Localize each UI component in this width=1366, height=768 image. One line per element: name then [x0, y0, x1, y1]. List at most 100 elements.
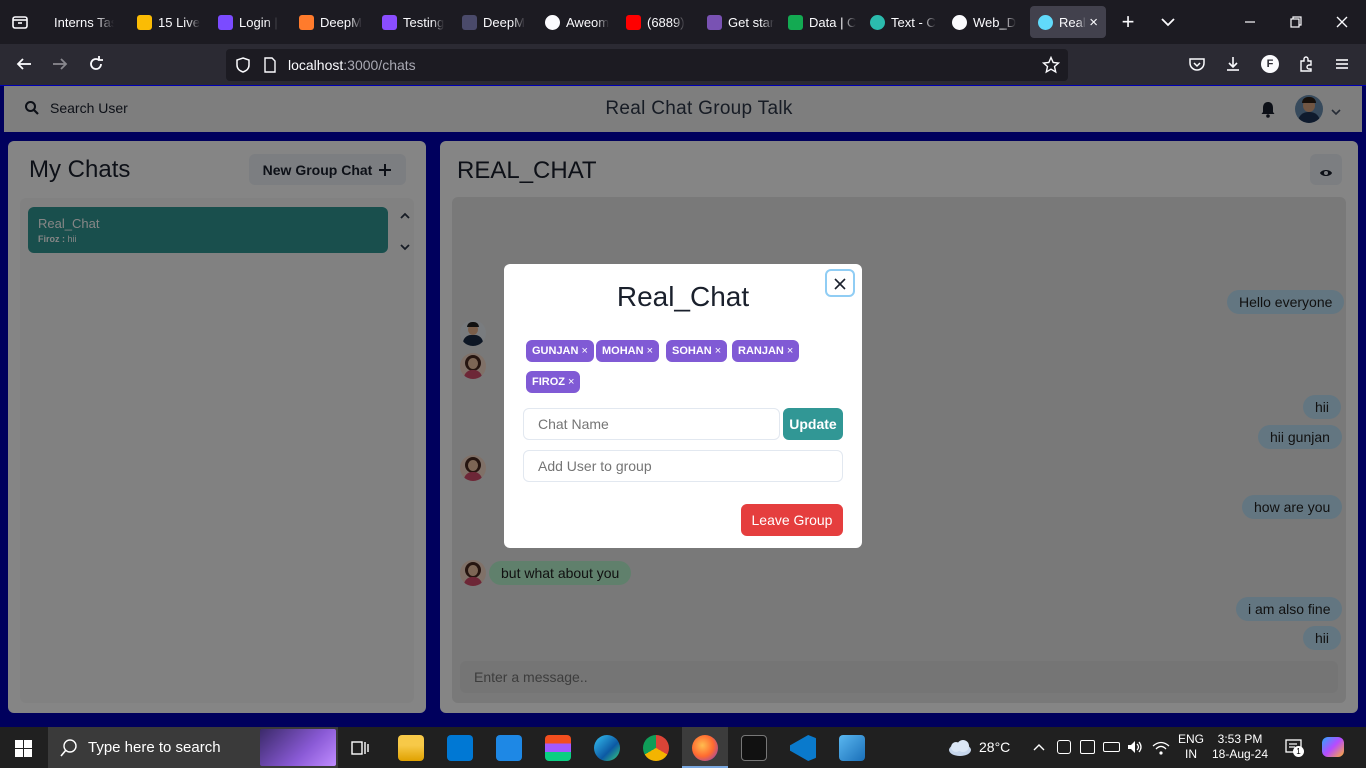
device-icon[interactable]	[1080, 740, 1095, 754]
wifi-icon[interactable]	[1152, 740, 1170, 756]
member-chip[interactable]: FIROZ ×	[526, 371, 581, 393]
start-button[interactable]	[15, 740, 32, 757]
clock-time: 3:53 PM	[1217, 732, 1263, 746]
url-bar[interactable]: localhost:3000/chats	[226, 49, 1068, 81]
tab-title: Data | C	[809, 14, 857, 30]
battery-icon[interactable]	[1103, 742, 1120, 752]
leave-group-label: Leave Group	[751, 512, 833, 528]
figma-icon[interactable]	[545, 735, 571, 761]
mail-icon[interactable]	[496, 735, 522, 761]
weather-temp[interactable]: 28°C	[979, 739, 1010, 755]
browser-tab[interactable]: Data | C	[788, 6, 860, 38]
tab-title: Aweom	[566, 14, 610, 30]
browser-tab[interactable]: DeepM	[462, 6, 534, 38]
clock-date: 18-Aug-24	[1211, 747, 1269, 761]
browser-tab[interactable]: Login |	[218, 6, 288, 38]
browser-tab[interactable]: Web_D	[952, 6, 1024, 38]
hex-icon	[462, 14, 477, 30]
browser-nav-bar: localhost:3000/chats F	[0, 44, 1366, 85]
tab-title: DeepM	[483, 14, 525, 30]
modal-title: Real_Chat	[616, 281, 750, 312]
minimize-button[interactable]	[1240, 12, 1260, 32]
vscode-icon[interactable]	[790, 735, 816, 761]
weather-icon[interactable]	[946, 739, 972, 757]
member-chip[interactable]: SOHAN ×	[666, 340, 728, 362]
copilot-icon[interactable]	[1322, 737, 1344, 757]
browser-tab-bar: Interns Task 15 Live Login | DeepM Testing De…	[0, 0, 1366, 44]
task-view-icon[interactable]	[351, 739, 369, 757]
account-icon[interactable]: F	[1260, 54, 1280, 74]
bolt-icon	[870, 14, 885, 30]
extensions-icon[interactable]	[1296, 54, 1316, 74]
browser-tab[interactable]: Real ×	[1030, 6, 1106, 38]
browser-tab[interactable]: Get star	[707, 6, 779, 38]
downloads-icon[interactable]	[1223, 54, 1243, 74]
tab-overflow-chevron-icon[interactable]	[1158, 12, 1178, 32]
add-user-input[interactable]	[523, 450, 843, 482]
back-arrow-icon[interactable]	[14, 54, 34, 74]
taskbar-search-placeholder: Type here to search	[88, 739, 221, 756]
remove-member-icon[interactable]: ×	[568, 376, 574, 388]
language-bottom: IN	[1185, 747, 1197, 761]
edge-icon[interactable]	[594, 735, 620, 761]
member-chip[interactable]: GUNJAN ×	[526, 340, 594, 362]
browser-tab[interactable]: Interns Task	[44, 6, 126, 38]
browser-tab[interactable]: 15 Live	[137, 6, 207, 38]
member-chip[interactable]: MOHAN ×	[596, 340, 659, 362]
leave-group-button[interactable]: Leave Group	[741, 504, 843, 536]
layers-icon	[299, 14, 314, 30]
bookmark-star-icon[interactable]	[1041, 55, 1061, 74]
shield-icon[interactable]	[234, 56, 252, 74]
remove-member-icon[interactable]: ×	[715, 345, 721, 357]
windows-taskbar: Type here to search 28°C ENG IN 3:53 PM …	[0, 727, 1366, 768]
close-window-button[interactable]	[1332, 12, 1352, 32]
pocket-icon[interactable]	[1187, 54, 1207, 74]
update-button[interactable]: Update	[783, 408, 843, 440]
file-explorer-icon[interactable]	[398, 735, 424, 761]
language-indicator[interactable]: ENG IN	[1178, 732, 1204, 762]
tab-title: Get star	[728, 14, 775, 30]
url-host: localhost	[288, 57, 344, 73]
page-info-icon[interactable]	[262, 56, 278, 74]
tab-title: (6889)	[647, 14, 685, 30]
new-tab-button[interactable]: +	[1118, 11, 1138, 33]
member-chip[interactable]: RANJAN ×	[732, 340, 800, 362]
close-modal-button[interactable]	[825, 269, 855, 297]
browser-tab[interactable]: DeepM	[299, 6, 371, 38]
notification-badge: 1	[1293, 746, 1304, 757]
search-highlight-image	[260, 729, 336, 766]
restore-button[interactable]	[1286, 12, 1306, 32]
browser-tab[interactable]: (6889)	[626, 6, 698, 38]
close-icon	[834, 277, 846, 290]
firefox-icon[interactable]	[692, 735, 718, 761]
member-name: RANJAN	[738, 345, 784, 357]
react-icon	[1038, 14, 1053, 30]
reload-icon[interactable]	[86, 54, 106, 74]
clock[interactable]: 3:53 PM 18-Aug-24	[1208, 732, 1272, 762]
youtube-icon	[626, 14, 641, 30]
menu-icon[interactable]	[1332, 54, 1352, 74]
forward-arrow-icon[interactable]	[50, 54, 70, 74]
browser-tab[interactable]: Testing	[382, 6, 454, 38]
member-name: MOHAN	[602, 345, 644, 357]
tray-chevron-up-icon[interactable]	[1033, 741, 1045, 753]
terminal-icon[interactable]	[741, 735, 767, 761]
url-path: :3000/chats	[343, 57, 416, 73]
close-tab-icon[interactable]: ×	[1089, 14, 1098, 31]
browser-tab[interactable]: Text - C	[870, 6, 942, 38]
notification-icon[interactable]: 1	[1285, 738, 1304, 757]
meet-now-icon[interactable]	[1057, 740, 1071, 754]
taskbar-search-box[interactable]: Type here to search	[48, 727, 338, 768]
remove-member-icon[interactable]: ×	[647, 345, 653, 357]
remove-member-icon[interactable]: ×	[581, 345, 587, 357]
volume-icon[interactable]	[1127, 739, 1143, 755]
language-top: ENG	[1178, 732, 1205, 746]
tab-list-icon[interactable]	[10, 12, 30, 32]
chat-name-input[interactable]	[523, 408, 780, 440]
photos-icon[interactable]	[839, 735, 865, 761]
chrome-icon[interactable]	[643, 735, 669, 761]
browser-tab[interactable]: Aweom	[545, 6, 617, 38]
store-icon[interactable]	[447, 735, 473, 761]
remove-member-icon[interactable]: ×	[787, 345, 793, 357]
leaf-icon	[788, 14, 803, 30]
